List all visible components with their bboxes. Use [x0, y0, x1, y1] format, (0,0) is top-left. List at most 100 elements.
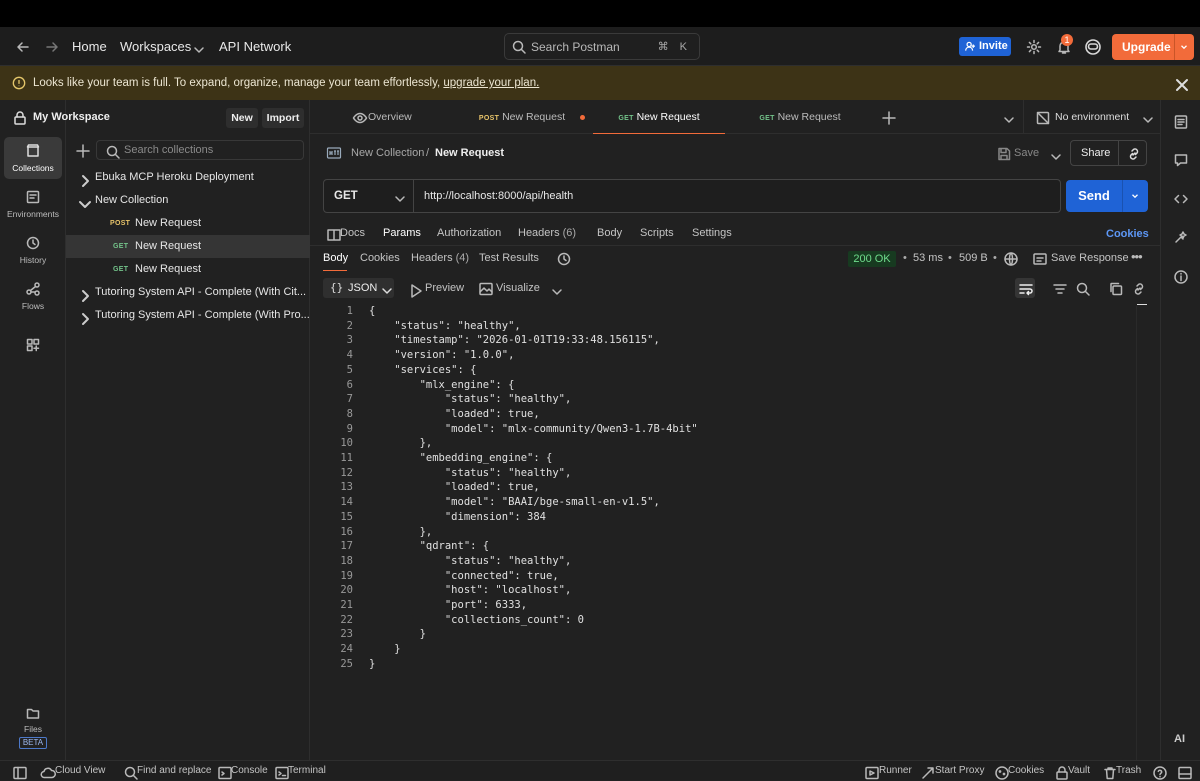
new-button[interactable]: New [226, 108, 258, 128]
tree-item-collection[interactable]: New Collection [66, 189, 310, 212]
chevron-right-icon[interactable] [77, 173, 93, 189]
chevron-right-icon[interactable] [77, 311, 93, 327]
tree-item-request[interactable]: GET New Request [66, 235, 310, 258]
forward-arrow-icon[interactable] [44, 39, 60, 55]
tree-item-collection[interactable]: Ebuka MCP Heroku Deployment [66, 166, 310, 189]
search-bar[interactable]: Search Postman ⌘ K [504, 33, 700, 60]
tab-body[interactable]: Body [597, 225, 622, 241]
share-button[interactable]: Share [1081, 141, 1110, 165]
chevron-right-icon[interactable] [77, 288, 93, 304]
astronaut-avatar-icon[interactable] [1084, 38, 1102, 56]
chevron-down-icon[interactable] [191, 42, 207, 58]
find-replace-button[interactable]: Find and replace [137, 761, 212, 781]
ai-icon[interactable]: AI [1174, 733, 1185, 745]
save-button[interactable]: Save [1014, 147, 1039, 159]
files-label[interactable]: Files [0, 724, 66, 734]
format-select[interactable]: {} JSON [323, 278, 394, 298]
rail-collections[interactable]: Collections [4, 137, 62, 179]
response-tab-cookies[interactable]: Cookies [360, 250, 400, 266]
tab-docs[interactable]: Docs [340, 225, 365, 241]
runner-button[interactable]: Runner [879, 761, 912, 781]
files-icon[interactable] [25, 705, 41, 721]
response-time[interactable]: 53 ms [913, 250, 943, 266]
environment-selector[interactable]: No environment [1055, 100, 1129, 134]
link-icon[interactable] [1126, 146, 1142, 162]
response-body[interactable]: 1 {2 "status": "healthy", 3 "timestamp": "… [320, 305, 1136, 685]
response-tab-body[interactable]: Body [323, 250, 348, 266]
history-icon[interactable] [556, 251, 572, 267]
tab-request[interactable]: GET New Request [730, 100, 870, 134]
nav-home[interactable]: Home [72, 27, 107, 66]
tab-settings[interactable]: Settings [692, 225, 732, 241]
tab-headers[interactable]: Headers (6) [518, 225, 576, 241]
rail-environments[interactable]: Environments [4, 183, 62, 225]
scrollbar-thumb[interactable] [1137, 304, 1147, 305]
tab-params[interactable]: Params [383, 225, 421, 241]
chevron-down-icon[interactable] [549, 284, 565, 300]
method-select[interactable]: GET [324, 180, 414, 212]
trash-button[interactable]: Trash [1116, 761, 1141, 781]
filter-icon[interactable] [1052, 281, 1068, 297]
layout-icon[interactable] [1177, 765, 1193, 781]
rail-history[interactable]: History [4, 229, 62, 271]
response-tab-headers[interactable]: Headers (4) [411, 250, 469, 266]
nav-workspaces[interactable]: Workspaces [120, 27, 191, 66]
link-icon[interactable] [1131, 281, 1147, 297]
search-icon[interactable] [1075, 281, 1091, 297]
chevron-down-icon[interactable] [1140, 112, 1156, 128]
workspace-name[interactable]: My Workspace [33, 111, 110, 123]
chevron-down-icon[interactable] [1130, 191, 1140, 201]
tab-authorization[interactable]: Authorization [437, 225, 501, 241]
back-arrow-icon[interactable] [15, 39, 31, 55]
breadcrumb-collection[interactable]: New Collection [351, 147, 424, 159]
preview-button[interactable]: Preview [425, 280, 464, 296]
cookies-link[interactable]: Cookies [1106, 226, 1149, 242]
nav-api-network[interactable]: API Network [219, 27, 291, 66]
terminal-button[interactable]: Terminal [288, 761, 326, 781]
chevron-down-icon[interactable] [1001, 112, 1017, 128]
code-icon[interactable] [1173, 191, 1189, 207]
url-input[interactable]: http://localhost:8000/api/health [424, 180, 573, 212]
tab-scripts[interactable]: Scripts [640, 225, 674, 241]
import-button[interactable]: Import [262, 108, 304, 128]
wrap-lines-button[interactable] [1015, 278, 1035, 298]
chevron-down-icon[interactable] [1179, 42, 1189, 52]
tree-item-request[interactable]: POST New Request [66, 212, 310, 235]
invite-button[interactable]: Invite [959, 37, 1011, 56]
more-icon[interactable]: ••• [1131, 250, 1143, 264]
tab-request-active[interactable]: GET New Request [593, 100, 725, 134]
cookies-button[interactable]: Cookies [1008, 761, 1044, 781]
tab-request[interactable]: POST New Request [452, 100, 592, 134]
info-icon[interactable] [1173, 269, 1189, 285]
tree-item-collection[interactable]: Tutoring System API - Complete (With Pro… [66, 304, 310, 327]
request-details-icon[interactable] [1173, 114, 1189, 130]
chevron-down-icon[interactable] [1048, 149, 1064, 165]
rail-flows[interactable]: Flows [4, 275, 62, 317]
cloud-view-button[interactable]: Cloud View [55, 761, 105, 781]
plus-icon[interactable] [75, 143, 91, 159]
help-icon[interactable] [1152, 765, 1168, 781]
tree-item-request[interactable]: GET New Request [66, 258, 310, 281]
vault-button[interactable]: Vault [1068, 761, 1090, 781]
send-button[interactable]: Send [1066, 180, 1148, 212]
response-tab-test-results[interactable]: Test Results [479, 250, 539, 266]
save-response-button[interactable]: Save Response [1051, 250, 1129, 266]
console-button[interactable]: Console [231, 761, 268, 781]
chevron-down-icon[interactable] [77, 196, 93, 212]
sidebar-toggle-icon[interactable] [12, 765, 28, 781]
status-badge[interactable]: 200 OK [848, 251, 896, 267]
gear-icon[interactable] [1026, 39, 1042, 55]
tab-overview[interactable]: Overview [330, 100, 450, 134]
add-workspace-icon[interactable] [25, 337, 41, 353]
breadcrumb-request[interactable]: New Request [435, 147, 504, 159]
globe-icon[interactable] [1003, 251, 1019, 267]
visualize-button[interactable]: Visualize [496, 280, 540, 296]
tree-item-collection[interactable]: Tutoring System API - Complete (With Cit… [66, 281, 310, 304]
close-icon[interactable] [1174, 77, 1190, 93]
copy-icon[interactable] [1108, 281, 1124, 297]
response-size[interactable]: 509 B [959, 250, 988, 266]
collections-search-input[interactable]: Search collections [96, 140, 304, 160]
comments-icon[interactable] [1173, 152, 1189, 168]
plus-icon[interactable] [881, 110, 897, 126]
flow-run-icon[interactable] [1173, 229, 1189, 245]
